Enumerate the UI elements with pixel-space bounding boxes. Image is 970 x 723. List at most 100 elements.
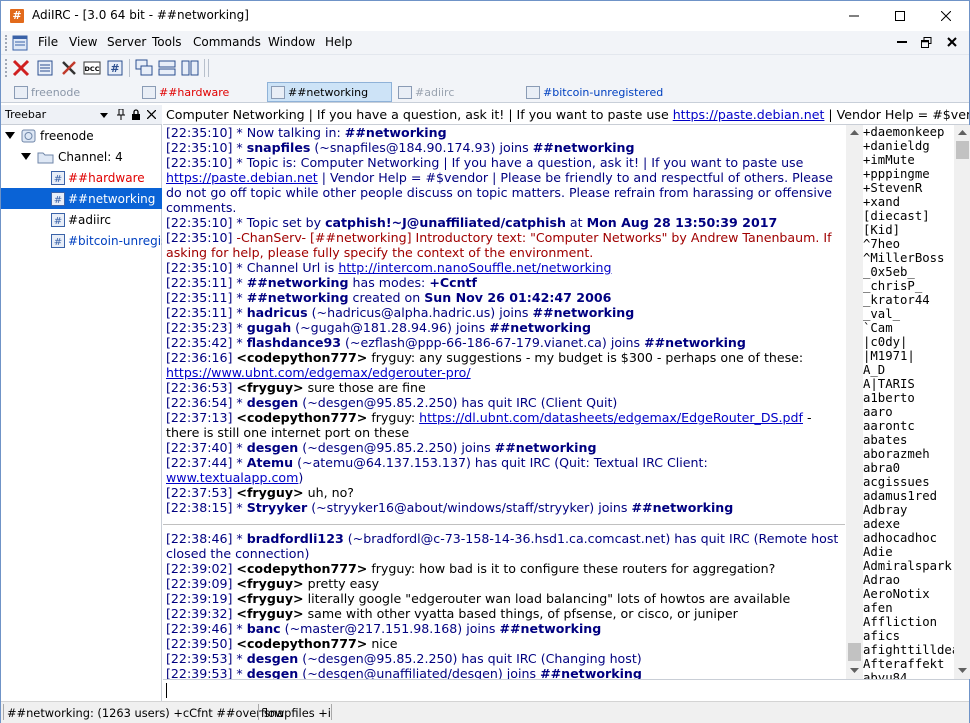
close-icon[interactable] bbox=[147, 110, 156, 119]
scroll-up-icon[interactable] bbox=[958, 130, 967, 136]
tile-horizontal-icon[interactable] bbox=[158, 59, 176, 77]
nicklist-user[interactable]: +daemonkeep bbox=[862, 125, 954, 139]
nicklist-user[interactable]: _val_ bbox=[862, 307, 954, 321]
server-list-icon[interactable] bbox=[36, 59, 54, 77]
nicklist-user[interactable]: AeroNotix bbox=[862, 587, 954, 601]
chat-url-link[interactable]: https://dl.ubnt.com/datasheets/edgemax/E… bbox=[419, 410, 803, 425]
tab-bitcoin-unregistered[interactable]: #bitcoin-unregistered bbox=[523, 82, 673, 102]
nicklist-user[interactable]: abra0 bbox=[862, 461, 954, 475]
nicklist-user[interactable]: [Kid] bbox=[862, 223, 954, 237]
chat-scrollbar[interactable] bbox=[846, 125, 863, 679]
scroll-down-icon[interactable] bbox=[850, 668, 859, 674]
tab-freenode[interactable]: freenode bbox=[11, 82, 137, 102]
tree-item-channel-group[interactable]: Channel: 4 bbox=[21, 146, 123, 167]
topic-link[interactable]: https://paste.debian.net bbox=[673, 107, 825, 122]
nicklist-user[interactable]: _chrisP_ bbox=[862, 279, 954, 293]
expand-arrow-icon[interactable] bbox=[5, 132, 15, 139]
nicklist-user[interactable]: A_D bbox=[862, 363, 954, 377]
nicklist-user[interactable]: _krator44 bbox=[862, 293, 954, 307]
menu-tools[interactable]: Tools bbox=[152, 35, 182, 49]
nicklist-user[interactable]: +danieldg bbox=[862, 139, 954, 153]
tree-item-channel-bitcoin[interactable]: # #bitcoin-unregiste bbox=[51, 230, 162, 251]
cascade-windows-icon[interactable] bbox=[135, 59, 153, 77]
expand-arrow-icon[interactable] bbox=[21, 153, 31, 160]
minimize-button[interactable] bbox=[831, 1, 877, 31]
nicklist-user[interactable]: afics bbox=[862, 629, 954, 643]
nicklist-user[interactable]: Admiralspark bbox=[862, 559, 954, 573]
nicklist-user[interactable]: |M1971| bbox=[862, 349, 954, 363]
nicklist-user[interactable]: +pppingme bbox=[862, 167, 954, 181]
tab-hardware[interactable]: ##hardware bbox=[139, 82, 265, 102]
nicklist-user[interactable]: [diecast] bbox=[862, 209, 954, 223]
nicklist-user[interactable]: `Cam bbox=[862, 321, 954, 335]
nicklist-user[interactable]: ^MillerBoss bbox=[862, 251, 954, 265]
mdi-close-icon[interactable] bbox=[947, 37, 957, 47]
menu-view[interactable]: View bbox=[69, 35, 97, 49]
tree-item-channel-adiirc[interactable]: # #adiirc bbox=[51, 209, 162, 230]
tree-item-channel-hardware[interactable]: # ##hardware bbox=[51, 167, 162, 188]
scroll-thumb[interactable] bbox=[848, 643, 861, 661]
nicklist-user[interactable]: _0x5eb_ bbox=[862, 265, 954, 279]
pin-icon[interactable] bbox=[116, 109, 126, 121]
chat-url-link[interactable]: http://intercom.nanoSouffle.net/networki… bbox=[338, 260, 611, 275]
nicklist-user[interactable]: adamus1red bbox=[862, 489, 954, 503]
nicklist-user[interactable]: a1berto bbox=[862, 391, 954, 405]
nicklist-user[interactable]: aarontc bbox=[862, 419, 954, 433]
nicklist-user[interactable]: aborazmeh bbox=[862, 447, 954, 461]
close-button[interactable] bbox=[923, 1, 969, 31]
nicklist-user[interactable]: acgissues bbox=[862, 475, 954, 489]
chat-url-link[interactable]: https://www.ubnt.com/edgemax/edgerouter-… bbox=[166, 365, 471, 380]
nicklist-user[interactable]: abyu84 bbox=[862, 671, 954, 679]
nicklist-user[interactable]: Affliction bbox=[862, 615, 954, 629]
nicklist-user[interactable]: Adrao bbox=[862, 573, 954, 587]
menu-commands[interactable]: Commands bbox=[193, 35, 261, 49]
options-tools-icon[interactable] bbox=[60, 59, 78, 77]
nicklist-user[interactable]: abates bbox=[862, 433, 954, 447]
disconnect-icon[interactable] bbox=[12, 59, 30, 77]
nicklist-user[interactable]: adhocadhoc bbox=[862, 531, 954, 545]
nicklist-user[interactable]: afighttilldeath| bbox=[862, 643, 954, 657]
channel-list-icon[interactable]: # bbox=[106, 59, 124, 77]
nicklist[interactable]: +daemonkeep +danieldg +imMute +pppingme +Ste… bbox=[862, 125, 954, 679]
nicklist-user[interactable]: +StevenR bbox=[862, 181, 954, 195]
nicklist-scrollbar[interactable] bbox=[954, 125, 970, 679]
chat-url-link[interactable]: https://paste.debian.net bbox=[166, 170, 318, 185]
topic-bar[interactable]: Computer Networking | If you have a ques… bbox=[163, 105, 969, 125]
menu-server[interactable]: Server bbox=[107, 35, 146, 49]
maximize-button[interactable] bbox=[877, 1, 923, 31]
mdi-minimize-icon[interactable] bbox=[897, 41, 907, 44]
menubar-grip[interactable] bbox=[5, 35, 8, 51]
menu-help[interactable]: Help bbox=[325, 35, 352, 49]
mdi-window-icon[interactable] bbox=[12, 35, 28, 51]
chat-url-link[interactable]: www.textualapp.com bbox=[166, 470, 298, 485]
chat-log[interactable]: [22:35:10] * Now talking in: ##networkin… bbox=[163, 125, 845, 679]
nicklist-user[interactable]: adexe bbox=[862, 517, 954, 531]
nicklist-user[interactable]: Adbray bbox=[862, 503, 954, 517]
nicklist-user[interactable]: afen bbox=[862, 601, 954, 615]
message-input[interactable] bbox=[163, 679, 969, 701]
nicklist-user[interactable]: |c0dy| bbox=[862, 335, 954, 349]
toolbar-grip[interactable] bbox=[5, 59, 8, 77]
scroll-thumb[interactable] bbox=[956, 141, 969, 159]
tab-adiirc[interactable]: #adiirc bbox=[395, 82, 521, 102]
tile-vertical-icon[interactable] bbox=[181, 59, 199, 77]
scroll-up-icon[interactable] bbox=[850, 130, 859, 136]
tree-item-server[interactable]: freenode bbox=[5, 125, 94, 146]
tab-networking[interactable]: ##networking bbox=[267, 82, 392, 102]
nicklist-user[interactable]: aaro bbox=[862, 405, 954, 419]
nicklist-user[interactable]: A|TARIS bbox=[862, 377, 954, 391]
nicklist-user[interactable]: +imMute bbox=[862, 153, 954, 167]
nicklist-user[interactable]: Adie bbox=[862, 545, 954, 559]
menu-file[interactable]: File bbox=[38, 35, 58, 49]
dcc-icon[interactable]: DCC bbox=[83, 59, 101, 77]
mdi-restore-icon[interactable] bbox=[921, 37, 932, 48]
nicklist-user[interactable]: ^7heo bbox=[862, 237, 954, 251]
lock-icon[interactable] bbox=[131, 109, 141, 121]
nicklist-user[interactable]: +xand bbox=[862, 195, 954, 209]
tree-item-channel-networking[interactable]: # ##networking bbox=[1, 188, 162, 209]
nicklist-user[interactable]: Afteraffekt bbox=[862, 657, 954, 671]
scroll-down-icon[interactable] bbox=[958, 668, 967, 674]
adiirc-app-icon[interactable]: # bbox=[10, 9, 24, 23]
menu-window[interactable]: Window bbox=[268, 35, 315, 49]
dropdown-arrow-icon[interactable] bbox=[100, 110, 108, 120]
